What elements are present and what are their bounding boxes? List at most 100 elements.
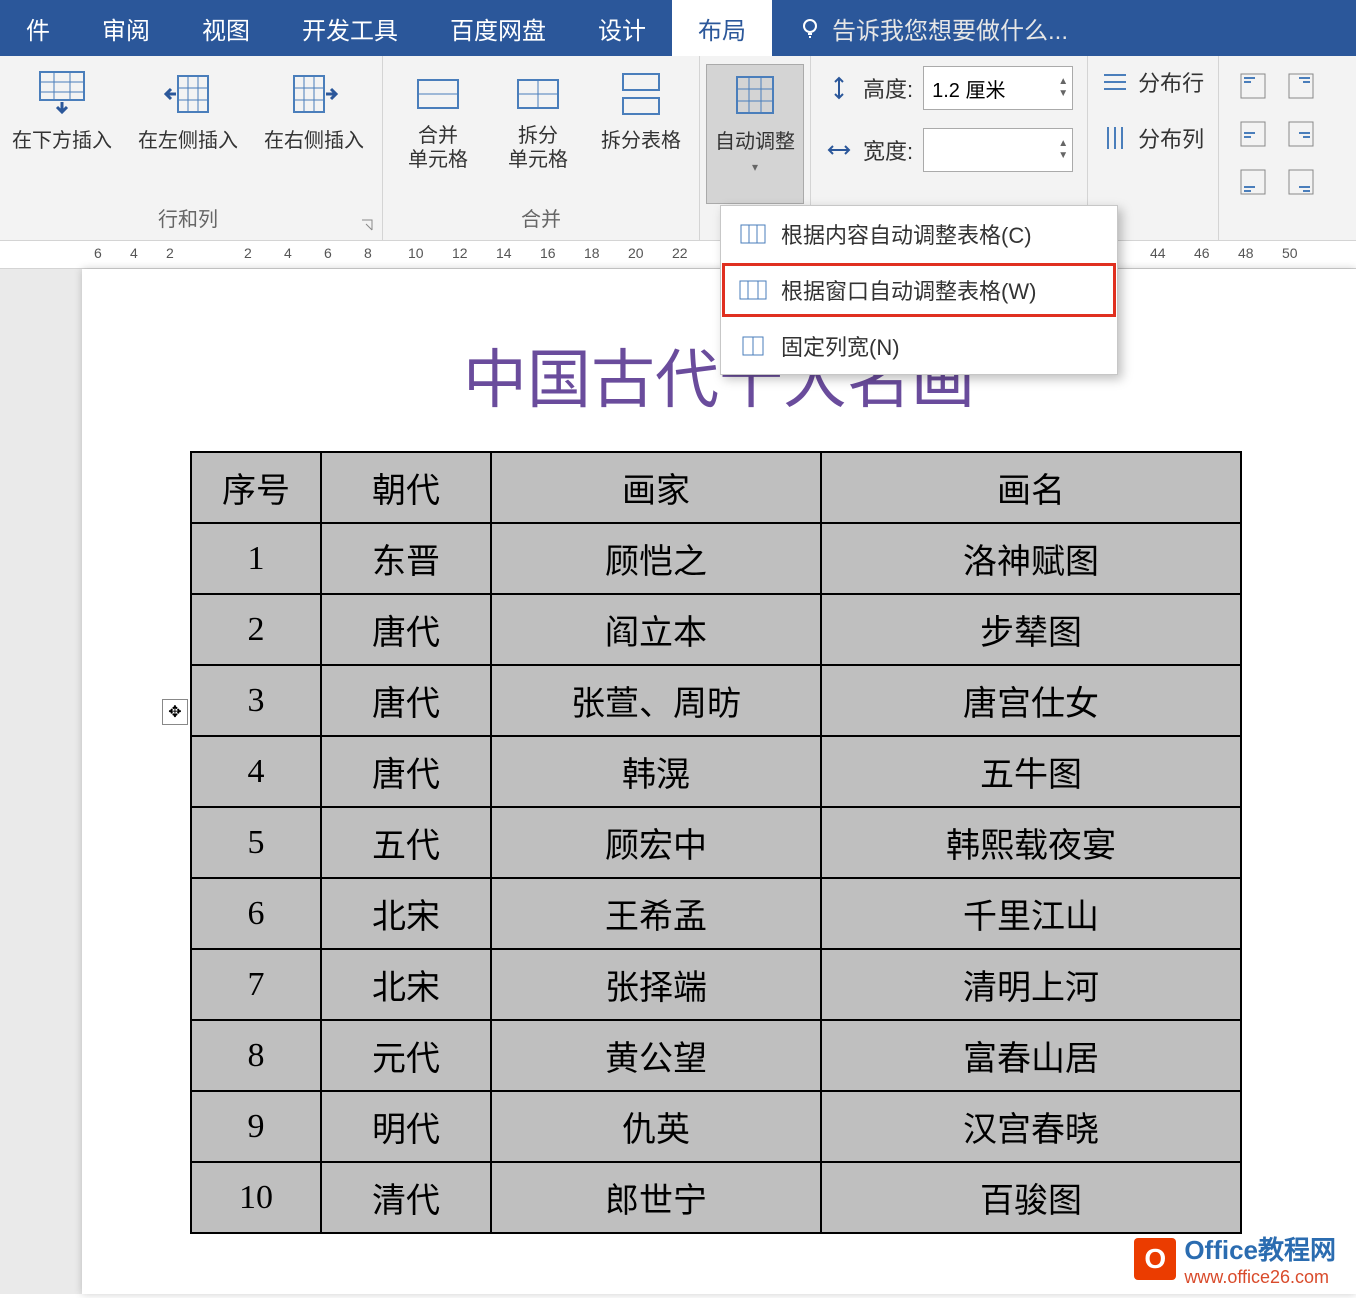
table-cell[interactable]: 唐代: [321, 736, 491, 807]
horizontal-ruler[interactable]: 6 4 2 2 4 6 8 10 12 14 16 18 20 22 44 46…: [0, 241, 1356, 269]
insert-left-button[interactable]: 在左侧插入: [130, 64, 246, 159]
watermark-url: www.office26.com: [1184, 1267, 1336, 1288]
align-bl-button[interactable]: [1233, 162, 1273, 202]
page[interactable]: 中国古代十大名画 ✥ 序号 朝代 画家 画名 1东晋顾恺之洛神赋图2唐代阎立本步…: [82, 269, 1356, 1294]
distribute-cols-button[interactable]: 分布列: [1102, 122, 1204, 154]
table-cell[interactable]: 张择端: [491, 949, 821, 1020]
table-cell[interactable]: 步辇图: [821, 594, 1241, 665]
split-table-button[interactable]: 拆分表格: [593, 64, 689, 159]
table-cell[interactable]: 韩熙载夜宴: [821, 807, 1241, 878]
table-cell[interactable]: 3: [191, 665, 321, 736]
split-cells-button[interactable]: 拆分 单元格: [493, 64, 583, 178]
table-cell[interactable]: 9: [191, 1091, 321, 1162]
table-cell[interactable]: 1: [191, 523, 321, 594]
autofit-by-window[interactable]: 根据窗口自动调整表格(W): [721, 262, 1117, 318]
table-row[interactable]: 5五代顾宏中韩熙载夜宴: [191, 807, 1241, 878]
table-header-row[interactable]: 序号 朝代 画家 画名: [191, 452, 1241, 523]
insert-right-button[interactable]: 在右侧插入: [256, 64, 372, 159]
table-cell[interactable]: 10: [191, 1162, 321, 1233]
table-row[interactable]: 3唐代张萱、周昉唐宫仕女: [191, 665, 1241, 736]
col-work[interactable]: 画名: [821, 452, 1241, 523]
height-input-field[interactable]: [932, 77, 1064, 100]
autofit-fixed[interactable]: 固定列宽(N): [721, 318, 1117, 374]
table-cell[interactable]: 5: [191, 807, 321, 878]
table-cell[interactable]: 千里江山: [821, 878, 1241, 949]
table-cell[interactable]: 顾宏中: [491, 807, 821, 878]
align-tl-button[interactable]: [1233, 66, 1273, 106]
table-row[interactable]: 4唐代韩滉五牛图: [191, 736, 1241, 807]
table-cell[interactable]: 张萱、周昉: [491, 665, 821, 736]
table-cell[interactable]: 唐代: [321, 665, 491, 736]
table-cell[interactable]: 唐代: [321, 594, 491, 665]
tab-review[interactable]: 审阅: [76, 0, 176, 56]
table-move-handle[interactable]: ✥: [162, 699, 188, 725]
insert-below-button[interactable]: 在下方插入: [4, 64, 120, 159]
tell-me-search[interactable]: 告诉我您想要做什么...: [772, 0, 1068, 56]
table-cell[interactable]: 元代: [321, 1020, 491, 1091]
document-table[interactable]: 序号 朝代 画家 画名 1东晋顾恺之洛神赋图2唐代阎立本步辇图3唐代张萱、周昉唐…: [190, 451, 1242, 1234]
table-cell[interactable]: 富春山居: [821, 1020, 1241, 1091]
table-row[interactable]: 6北宋王希孟千里江山: [191, 878, 1241, 949]
table-cell[interactable]: 北宋: [321, 949, 491, 1020]
tab-view[interactable]: 视图: [176, 0, 276, 56]
table-cell[interactable]: 唐宫仕女: [821, 665, 1241, 736]
table-cell[interactable]: 郎世宁: [491, 1162, 821, 1233]
align-mr-button[interactable]: [1281, 114, 1321, 154]
table-cell[interactable]: 北宋: [321, 878, 491, 949]
height-input[interactable]: ▲▼: [923, 66, 1073, 110]
table-cell[interactable]: 顾恺之: [491, 523, 821, 594]
table-cell[interactable]: 洛神赋图: [821, 523, 1241, 594]
width-input[interactable]: ▲▼: [923, 128, 1073, 172]
table-cell[interactable]: 6: [191, 878, 321, 949]
table-row[interactable]: 1东晋顾恺之洛神赋图: [191, 523, 1241, 594]
tab-file[interactable]: 件: [0, 0, 76, 56]
table-row[interactable]: 10清代郎世宁百骏图: [191, 1162, 1241, 1233]
table-cell[interactable]: 清代: [321, 1162, 491, 1233]
table-cell[interactable]: 五代: [321, 807, 491, 878]
table-cell[interactable]: 4: [191, 736, 321, 807]
table-cell[interactable]: 王希孟: [491, 878, 821, 949]
width-input-field[interactable]: [932, 139, 1064, 162]
autofit-content-icon: [739, 223, 767, 245]
col-dynasty[interactable]: 朝代: [321, 452, 491, 523]
tab-design[interactable]: 设计: [572, 0, 672, 56]
table-cell[interactable]: 8: [191, 1020, 321, 1091]
table-cell[interactable]: 百骏图: [821, 1162, 1241, 1233]
table-cell[interactable]: 五牛图: [821, 736, 1241, 807]
table-cell[interactable]: 东晋: [321, 523, 491, 594]
table-cell[interactable]: 阎立本: [491, 594, 821, 665]
lightbulb-icon: [798, 16, 822, 40]
table-cell[interactable]: 明代: [321, 1091, 491, 1162]
tab-baidu[interactable]: 百度网盘: [424, 0, 572, 56]
merge-cells-button[interactable]: 合并 单元格: [393, 64, 483, 178]
table-cell[interactable]: 韩滉: [491, 736, 821, 807]
col-artist[interactable]: 画家: [491, 452, 821, 523]
office-logo-icon: O: [1134, 1238, 1176, 1280]
table-row[interactable]: 7北宋张择端清明上河: [191, 949, 1241, 1020]
table-row[interactable]: 8元代黄公望富春山居: [191, 1020, 1241, 1091]
table-cell[interactable]: 清明上河: [821, 949, 1241, 1020]
table-cell[interactable]: 黄公望: [491, 1020, 821, 1091]
distribute-rows-button[interactable]: 分布行: [1102, 66, 1204, 98]
tab-developer[interactable]: 开发工具: [276, 0, 424, 56]
table-cell[interactable]: 汉宫春晓: [821, 1091, 1241, 1162]
autofit-button[interactable]: 自动调整 ▾: [706, 64, 804, 204]
table-cell[interactable]: 7: [191, 949, 321, 1020]
watermark-brand: Office教程网: [1184, 1230, 1336, 1267]
fixed-width-icon: [739, 335, 767, 357]
dialog-launcher-icon[interactable]: [360, 218, 374, 232]
align-ml-button[interactable]: [1233, 114, 1273, 154]
split-table-icon: [617, 70, 665, 118]
table-cell[interactable]: 2: [191, 594, 321, 665]
height-spinner[interactable]: ▲▼: [1058, 77, 1068, 99]
align-br-button[interactable]: [1281, 162, 1321, 202]
document-title[interactable]: 中国古代十大名画: [82, 329, 1356, 421]
col-index[interactable]: 序号: [191, 452, 321, 523]
table-cell[interactable]: 仇英: [491, 1091, 821, 1162]
align-tr-button[interactable]: [1281, 66, 1321, 106]
tab-layout[interactable]: 布局: [672, 0, 772, 56]
table-row[interactable]: 9明代仇英汉宫春晓: [191, 1091, 1241, 1162]
table-row[interactable]: 2唐代阎立本步辇图: [191, 594, 1241, 665]
width-spinner[interactable]: ▲▼: [1058, 139, 1068, 161]
autofit-by-content[interactable]: 根据内容自动调整表格(C): [721, 206, 1117, 262]
